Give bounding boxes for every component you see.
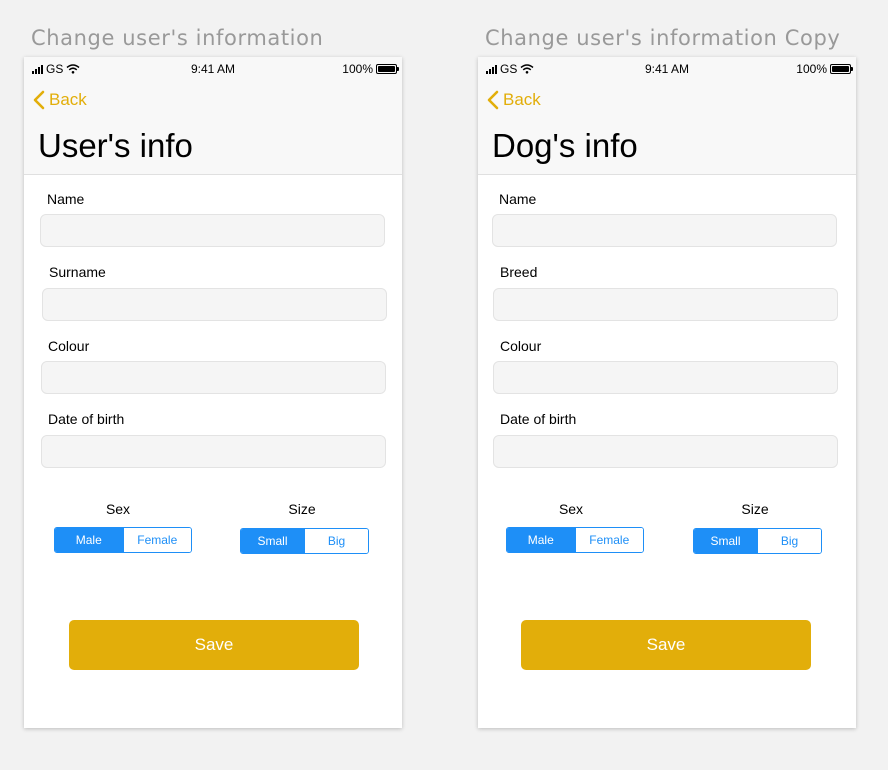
- battery-percent: 100%: [796, 62, 827, 76]
- status-right: 100%: [342, 62, 399, 76]
- battery-icon: [830, 64, 853, 74]
- colour-input[interactable]: [41, 361, 386, 394]
- name-input[interactable]: [492, 214, 837, 247]
- artboard-title: Change user's information: [31, 26, 324, 50]
- surname-label: Surname: [49, 264, 106, 280]
- artboard-title: Change user's information Copy: [485, 26, 841, 50]
- name-label: Name: [499, 191, 537, 207]
- sex-option-female[interactable]: Female: [122, 528, 191, 552]
- name-input[interactable]: [40, 214, 385, 247]
- chevron-left-icon: [487, 90, 499, 110]
- date-of-birth-label: Date of birth: [48, 411, 125, 427]
- colour-label: Colour: [500, 338, 542, 354]
- colour-input[interactable]: [493, 361, 838, 394]
- sex-label: Sex: [105, 501, 131, 517]
- size-label: Size: [288, 501, 316, 517]
- colour-label: Colour: [48, 338, 90, 354]
- sex-label: Sex: [558, 501, 584, 517]
- sex-option-female[interactable]: Female: [574, 528, 643, 552]
- surname-input[interactable]: [42, 288, 387, 321]
- sex-segmented-control: Male Female: [506, 527, 644, 553]
- size-segmented-control: Small Big: [240, 528, 369, 554]
- size-label: Size: [741, 501, 769, 517]
- date-of-birth-input[interactable]: [493, 435, 838, 468]
- back-label: Back: [503, 90, 541, 109]
- back-button[interactable]: Back: [487, 90, 541, 110]
- sex-segmented-control: Male Female: [54, 527, 192, 553]
- breed-label: Breed: [500, 264, 538, 280]
- battery-percent: 100%: [342, 62, 373, 76]
- chevron-left-icon: [33, 90, 45, 110]
- save-button[interactable]: Save: [69, 620, 359, 670]
- size-segmented-control: Small Big: [693, 528, 822, 554]
- size-option-big[interactable]: Big: [757, 529, 821, 553]
- phone-screen-user-info: GS 9:41 AM 100% Back User's info Name Su…: [24, 57, 402, 728]
- back-label: Back: [49, 90, 87, 109]
- status-bar: GS 9:41 AM 100%: [478, 57, 856, 79]
- size-option-big[interactable]: Big: [304, 529, 368, 553]
- navigation-header: GS 9:41 AM 100% Back User's info: [24, 57, 402, 175]
- battery-icon: [376, 64, 399, 74]
- name-label: Name: [47, 191, 85, 207]
- size-option-small[interactable]: Small: [241, 529, 304, 553]
- phone-screen-dog-info: GS 9:41 AM 100% Back Dog's info Name Bre…: [478, 57, 856, 728]
- sex-option-male[interactable]: Male: [55, 528, 123, 552]
- sex-option-male[interactable]: Male: [507, 528, 575, 552]
- date-of-birth-label: Date of birth: [500, 411, 577, 427]
- breed-input[interactable]: [493, 288, 838, 321]
- navigation-header: GS 9:41 AM 100% Back Dog's info: [478, 57, 856, 175]
- status-right: 100%: [796, 62, 853, 76]
- status-bar: GS 9:41 AM 100%: [24, 57, 402, 79]
- save-button[interactable]: Save: [521, 620, 811, 670]
- page-title: User's info: [38, 127, 193, 164]
- page-title: Dog's info: [492, 127, 638, 164]
- back-button[interactable]: Back: [33, 90, 87, 110]
- date-of-birth-input[interactable]: [41, 435, 386, 468]
- size-option-small[interactable]: Small: [694, 529, 757, 553]
